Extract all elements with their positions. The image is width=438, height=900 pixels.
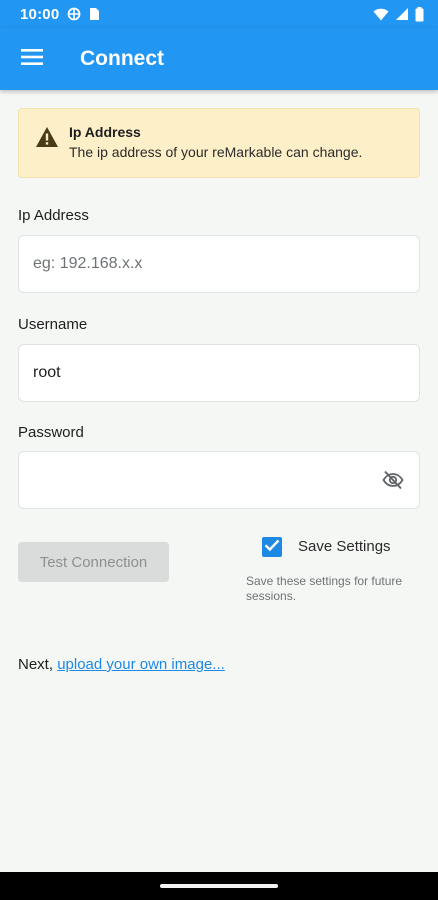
menu-button[interactable]	[0, 28, 64, 90]
username-input[interactable]	[33, 364, 405, 382]
save-settings-label[interactable]: Save Settings	[298, 538, 391, 555]
battery-icon	[415, 6, 424, 22]
app-bar: Connect	[0, 28, 438, 90]
home-gesture-handle[interactable]	[160, 884, 278, 888]
status-left: 10:00	[20, 6, 100, 23]
test-connection-button[interactable]: Test Connection	[18, 542, 169, 582]
upload-image-link[interactable]: upload your own image...	[57, 656, 225, 673]
banner-title: Ip Address	[69, 124, 141, 140]
status-time: 10:00	[20, 5, 60, 23]
page-title: Connect	[80, 47, 164, 70]
hamburger-menu-icon	[21, 48, 43, 70]
next-step-prefix: Next,	[18, 656, 58, 673]
ip-address-label: Ip Address	[18, 207, 89, 224]
username-label: Username	[18, 316, 88, 333]
save-settings-checkbox[interactable]	[262, 537, 282, 557]
warning-icon	[35, 126, 59, 150]
username-field[interactable]	[18, 344, 420, 402]
status-right	[373, 6, 424, 22]
vpn-icon	[67, 7, 81, 21]
next-step-line: Next, upload your own image...	[18, 656, 225, 673]
banner-content: Ip Address The ip address of your reMark…	[69, 123, 362, 163]
password-label: Password	[18, 424, 84, 441]
system-nav-bar	[0, 872, 438, 900]
visibility-off-icon[interactable]	[381, 468, 405, 492]
checkmark-icon	[264, 538, 280, 557]
ip-address-input[interactable]	[33, 255, 405, 273]
ip-warning-banner: Ip Address The ip address of your reMark…	[18, 108, 420, 178]
password-input[interactable]	[33, 471, 375, 489]
signal-icon	[395, 7, 409, 21]
password-field[interactable]	[18, 451, 420, 509]
wifi-icon	[373, 8, 389, 21]
sim-card-icon	[89, 7, 100, 21]
ip-address-field[interactable]	[18, 235, 420, 293]
save-settings-help: Save these settings for future sessions.	[246, 574, 403, 603]
banner-text: The ip address of your reMarkable can ch…	[69, 144, 363, 160]
status-bar: 10:00	[0, 0, 438, 28]
